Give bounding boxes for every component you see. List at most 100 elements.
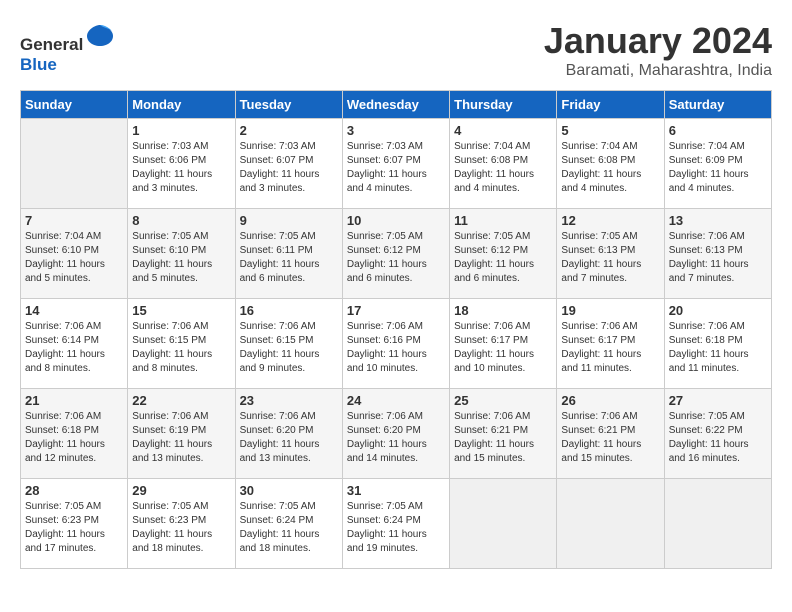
calendar-cell: 4Sunrise: 7:04 AMSunset: 6:08 PMDaylight… [450, 119, 557, 209]
day-number: 17 [347, 303, 445, 318]
calendar-cell: 8 Sunrise: 7:05 AMSunset: 6:10 PMDaylight… [128, 209, 235, 299]
calendar-week-row: 7 Sunrise: 7:04 AMSunset: 6:10 PMDaylight… [21, 209, 772, 299]
logo-text: General Blue [20, 20, 115, 75]
title-area: January 2024 Baramati, Maharashtra, Indi… [544, 20, 772, 80]
calendar-cell: 9 Sunrise: 7:05 AMSunset: 6:11 PMDaylight… [235, 209, 342, 299]
day-info: Sunrise: 7:05 AMSunset: 6:10 PMDaylight:… [132, 230, 230, 286]
calendar-cell [664, 479, 771, 569]
day-number: 9 [240, 213, 338, 228]
day-info: Sunrise: 7:05 AMSunset: 6:22 PMDaylight:… [669, 410, 767, 466]
day-info: Sunrise: 7:06 AMSunset: 6:18 PMDaylight:… [25, 410, 123, 466]
day-number: 12 [561, 213, 659, 228]
day-info: Sunrise: 7:04 AMSunset: 6:09 PMDaylight:… [669, 140, 767, 196]
day-info: Sunrise: 7:06 AMSunset: 6:16 PMDaylight:… [347, 320, 445, 376]
day-info: Sunrise: 7:06 AMSunset: 6:21 PMDaylight:… [561, 410, 659, 466]
day-number: 31 [347, 483, 445, 498]
logo-general: General [20, 35, 83, 54]
column-header-monday: Monday [128, 91, 235, 119]
calendar-cell: 19Sunrise: 7:06 AMSunset: 6:17 PMDayligh… [557, 299, 664, 389]
calendar-cell: 15 Sunrise: 7:06 AMSunset: 6:15 PMDayligh… [128, 299, 235, 389]
day-number: 29 [132, 483, 230, 498]
calendar-cell: 3 Sunrise: 7:03 AMSunset: 6:07 PMDaylight… [342, 119, 449, 209]
day-number: 7 [25, 213, 123, 228]
day-number: 2 [240, 123, 338, 138]
calendar-cell: 10Sunrise: 7:05 AMSunset: 6:12 PMDayligh… [342, 209, 449, 299]
day-info: Sunrise: 7:06 AMSunset: 6:17 PMDaylight:… [454, 320, 552, 376]
day-info: Sunrise: 7:04 AMSunset: 6:08 PMDaylight:… [561, 140, 659, 196]
day-info: Sunrise: 7:04 AMSunset: 6:10 PMDaylight:… [25, 230, 123, 286]
day-info: Sunrise: 7:05 AMSunset: 6:11 PMDaylight:… [240, 230, 338, 286]
day-number: 21 [25, 393, 123, 408]
column-header-saturday: Saturday [664, 91, 771, 119]
calendar-cell: 18 Sunrise: 7:06 AMSunset: 6:17 PMDayligh… [450, 299, 557, 389]
day-info: Sunrise: 7:05 AMSunset: 6:24 PMDaylight:… [347, 500, 445, 556]
day-info: Sunrise: 7:06 AMSunset: 6:17 PMDaylight:… [561, 320, 659, 376]
logo-bird-icon [85, 20, 115, 50]
day-info: Sunrise: 7:06 AMSunset: 6:21 PMDaylight:… [454, 410, 552, 466]
calendar-cell: 17 Sunrise: 7:06 AMSunset: 6:16 PMDayligh… [342, 299, 449, 389]
day-number: 28 [25, 483, 123, 498]
page-header: General Blue January 2024 Baramati, Maha… [20, 20, 772, 80]
calendar-cell: 23Sunrise: 7:06 AMSunset: 6:20 PMDayligh… [235, 389, 342, 479]
day-info: Sunrise: 7:06 AMSunset: 6:20 PMDaylight:… [347, 410, 445, 466]
calendar-cell: 6 Sunrise: 7:04 AMSunset: 6:09 PMDaylight… [664, 119, 771, 209]
day-number: 24 [347, 393, 445, 408]
day-number: 18 [454, 303, 552, 318]
day-info: Sunrise: 7:05 AMSunset: 6:12 PMDaylight:… [347, 230, 445, 286]
day-number: 14 [25, 303, 123, 318]
day-number: 27 [669, 393, 767, 408]
day-info: Sunrise: 7:06 AMSunset: 6:15 PMDaylight:… [132, 320, 230, 376]
day-number: 20 [669, 303, 767, 318]
day-number: 6 [669, 123, 767, 138]
day-info: Sunrise: 7:06 AMSunset: 6:19 PMDaylight:… [132, 410, 230, 466]
calendar-subtitle: Baramati, Maharashtra, India [544, 62, 772, 80]
calendar-cell: 28Sunrise: 7:05 AMSunset: 6:23 PMDayligh… [21, 479, 128, 569]
day-number: 15 [132, 303, 230, 318]
day-number: 8 [132, 213, 230, 228]
calendar-cell: 7 Sunrise: 7:04 AMSunset: 6:10 PMDaylight… [21, 209, 128, 299]
column-header-friday: Friday [557, 91, 664, 119]
day-number: 5 [561, 123, 659, 138]
column-header-thursday: Thursday [450, 91, 557, 119]
day-info: Sunrise: 7:05 AMSunset: 6:12 PMDaylight:… [454, 230, 552, 286]
calendar-cell: 30Sunrise: 7:05 AMSunset: 6:24 PMDayligh… [235, 479, 342, 569]
day-info: Sunrise: 7:03 AMSunset: 6:07 PMDaylight:… [240, 140, 338, 196]
calendar-title: January 2024 [544, 20, 772, 62]
day-number: 16 [240, 303, 338, 318]
calendar-cell [557, 479, 664, 569]
calendar-header-row: SundayMondayTuesdayWednesdayThursdayFrid… [21, 91, 772, 119]
logo: General Blue [20, 20, 115, 75]
day-number: 26 [561, 393, 659, 408]
calendar-cell: 13 Sunrise: 7:06 AMSunset: 6:13 PMDayligh… [664, 209, 771, 299]
column-header-sunday: Sunday [21, 91, 128, 119]
calendar-cell: 12Sunrise: 7:05 AMSunset: 6:13 PMDayligh… [557, 209, 664, 299]
day-info: Sunrise: 7:03 AMSunset: 6:06 PMDaylight:… [132, 140, 230, 196]
calendar-cell: 24 Sunrise: 7:06 AMSunset: 6:20 PMDayligh… [342, 389, 449, 479]
logo-blue: Blue [20, 55, 57, 74]
calendar-cell: 5 Sunrise: 7:04 AMSunset: 6:08 PMDaylight… [557, 119, 664, 209]
calendar-cell: 22 Sunrise: 7:06 AMSunset: 6:19 PMDayligh… [128, 389, 235, 479]
calendar-week-row: 28Sunrise: 7:05 AMSunset: 6:23 PMDayligh… [21, 479, 772, 569]
calendar-cell: 14Sunrise: 7:06 AMSunset: 6:14 PMDayligh… [21, 299, 128, 389]
calendar-week-row: 21 Sunrise: 7:06 AMSunset: 6:18 PMDayligh… [21, 389, 772, 479]
day-number: 22 [132, 393, 230, 408]
column-header-wednesday: Wednesday [342, 91, 449, 119]
day-info: Sunrise: 7:06 AMSunset: 6:15 PMDaylight:… [240, 320, 338, 376]
day-info: Sunrise: 7:06 AMSunset: 6:13 PMDaylight:… [669, 230, 767, 286]
day-info: Sunrise: 7:05 AMSunset: 6:24 PMDaylight:… [240, 500, 338, 556]
calendar-cell [450, 479, 557, 569]
calendar-cell: 27 Sunrise: 7:05 AMSunset: 6:22 PMDayligh… [664, 389, 771, 479]
day-info: Sunrise: 7:04 AMSunset: 6:08 PMDaylight:… [454, 140, 552, 196]
day-info: Sunrise: 7:03 AMSunset: 6:07 PMDaylight:… [347, 140, 445, 196]
calendar-cell: 1 Sunrise: 7:03 AMSunset: 6:06 PMDaylight… [128, 119, 235, 209]
day-info: Sunrise: 7:06 AMSunset: 6:20 PMDaylight:… [240, 410, 338, 466]
calendar-cell: 31 Sunrise: 7:05 AMSunset: 6:24 PMDayligh… [342, 479, 449, 569]
day-number: 1 [132, 123, 230, 138]
calendar-cell [21, 119, 128, 209]
day-number: 3 [347, 123, 445, 138]
calendar-cell: 21 Sunrise: 7:06 AMSunset: 6:18 PMDayligh… [21, 389, 128, 479]
day-number: 11 [454, 213, 552, 228]
calendar-cell: 25Sunrise: 7:06 AMSunset: 6:21 PMDayligh… [450, 389, 557, 479]
day-info: Sunrise: 7:06 AMSunset: 6:18 PMDaylight:… [669, 320, 767, 376]
day-number: 13 [669, 213, 767, 228]
